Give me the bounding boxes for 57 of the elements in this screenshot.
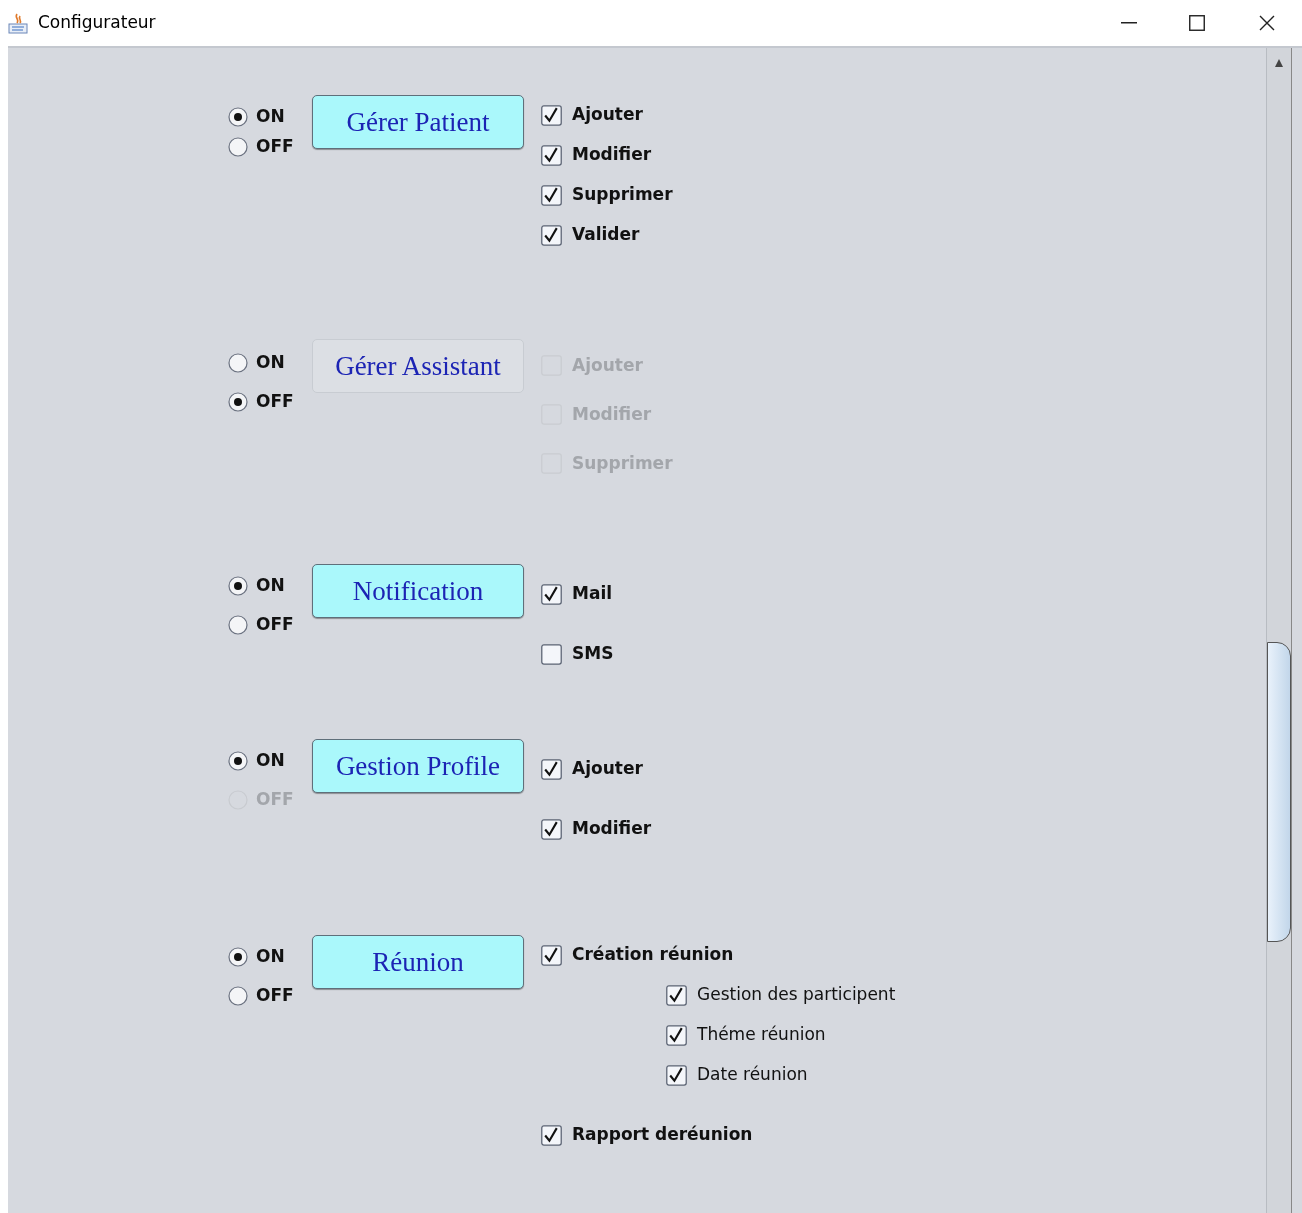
checkbox-label: Théme réunion — [697, 1023, 826, 1047]
radio-label: ON — [256, 574, 285, 598]
radio-button[interactable] — [228, 107, 248, 127]
radio-label: OFF — [256, 135, 294, 159]
radio-label: ON — [256, 945, 285, 969]
module-button[interactable]: Réunion — [312, 935, 524, 989]
radio-label: ON — [256, 105, 285, 129]
checkbox[interactable] — [541, 184, 562, 206]
close-icon — [1259, 15, 1275, 31]
radio-label: OFF — [256, 390, 294, 414]
radio-button[interactable] — [228, 353, 248, 373]
radio-button[interactable] — [228, 392, 248, 412]
radio-button[interactable] — [228, 576, 248, 596]
radio-button[interactable] — [228, 947, 248, 967]
radio-label: ON — [256, 749, 285, 773]
window-title: Configurateur — [38, 11, 156, 35]
checkbox[interactable] — [541, 104, 562, 126]
scrollbar[interactable] — [1266, 48, 1292, 1213]
checkbox[interactable] — [666, 1024, 687, 1046]
radio-button[interactable] — [228, 751, 248, 771]
radio-button[interactable] — [228, 986, 248, 1006]
checkbox[interactable] — [666, 984, 687, 1006]
scrollbar-thumb[interactable] — [1267, 642, 1291, 942]
checkbox[interactable] — [541, 944, 562, 966]
checkbox-label: Ajouter — [572, 103, 643, 127]
module-button[interactable]: Gestion Profile — [312, 739, 524, 793]
checkbox[interactable] — [541, 144, 562, 166]
checkbox[interactable] — [541, 818, 562, 840]
module-button[interactable]: Gérer Patient — [312, 95, 524, 149]
radio-button[interactable] — [228, 615, 248, 635]
checkbox[interactable] — [666, 1064, 687, 1086]
minimize-icon — [1121, 22, 1137, 24]
scroll-up-icon[interactable] — [1274, 58, 1284, 68]
checkbox-label: Modifier — [572, 817, 652, 841]
checkbox-label: Ajouter — [572, 757, 643, 781]
maximize-icon — [1189, 15, 1205, 31]
checkbox[interactable] — [541, 583, 562, 605]
checkbox[interactable] — [541, 1124, 562, 1146]
radio-label: OFF — [256, 613, 294, 637]
checkbox-label: Valider — [572, 223, 640, 247]
checkbox-label: Création réunion — [572, 943, 734, 967]
checkbox-label: SMS — [572, 642, 614, 666]
checkbox-label: Mail — [572, 582, 613, 606]
checkbox-label: Supprimer — [572, 183, 673, 207]
module-button[interactable]: Notification — [312, 564, 524, 618]
checkbox[interactable] — [541, 224, 562, 246]
app-icon — [8, 12, 28, 34]
checkbox-label: Gestion des participent — [697, 983, 896, 1007]
checkbox[interactable] — [541, 758, 562, 780]
module-button[interactable]: Gérer Assistant — [312, 339, 524, 393]
checkbox-label: Date réunion — [697, 1063, 808, 1087]
checkbox[interactable] — [541, 643, 562, 665]
radio-label: OFF — [256, 984, 294, 1008]
checkbox-label: Modifier — [572, 143, 652, 167]
checkbox-label: Rapport deréunion — [572, 1123, 753, 1147]
radio-label: ON — [256, 351, 285, 375]
radio-button[interactable] — [228, 137, 248, 157]
